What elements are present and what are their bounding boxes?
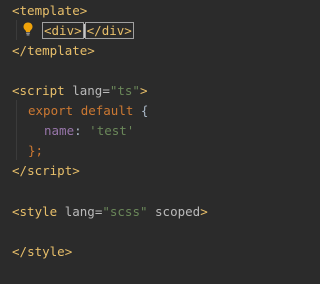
code-line-13[interactable]: </style> bbox=[12, 242, 72, 262]
code-line-7[interactable]: name: 'test' bbox=[44, 121, 134, 141]
template-tag-name: template bbox=[19, 3, 80, 18]
lang-attribute: lang bbox=[72, 83, 103, 98]
template-end-close-bracket: > bbox=[87, 43, 95, 58]
script-close-bracket: > bbox=[139, 83, 148, 98]
lang-attribute: lang bbox=[64, 204, 95, 219]
div-end-close-bracket: > bbox=[124, 23, 132, 38]
open-brace: { bbox=[140, 103, 149, 118]
div-open-bracket: < bbox=[44, 23, 52, 38]
scoped-attribute: scoped bbox=[155, 204, 201, 219]
lightbulb-icon[interactable] bbox=[20, 21, 36, 37]
code-editor[interactable]: <template> <div> </div> </template> <scri… bbox=[0, 0, 243, 284]
code-line-8[interactable]: }; bbox=[28, 141, 43, 161]
indent-guide bbox=[16, 20, 17, 40]
matched-tag-highlight: <div> bbox=[42, 22, 84, 39]
style-end-tag-name: style bbox=[27, 244, 65, 259]
style-end-open-bracket: </ bbox=[12, 244, 28, 259]
template-open-bracket: < bbox=[12, 3, 20, 18]
div-open-close-bracket: > bbox=[74, 23, 82, 38]
style-open-bracket: < bbox=[12, 204, 20, 219]
script-end-open-bracket: </ bbox=[12, 163, 28, 178]
name-property: name bbox=[44, 123, 75, 138]
colon: : bbox=[74, 123, 82, 138]
code-line-5[interactable]: <script lang="ts"> bbox=[12, 81, 148, 101]
code-line-6[interactable]: export default { bbox=[28, 101, 148, 121]
template-close-bracket: > bbox=[79, 3, 88, 18]
equals-sign: = bbox=[102, 83, 110, 98]
div-end-tag-name: div bbox=[101, 23, 125, 38]
code-line-9[interactable]: </script> bbox=[12, 161, 80, 181]
lang-value: "ts" bbox=[109, 83, 140, 98]
script-tag-name: script bbox=[19, 83, 65, 98]
code-line-11[interactable]: <style lang="scss" scoped> bbox=[12, 202, 208, 222]
default-keyword: default bbox=[80, 103, 134, 118]
style-tag-name: style bbox=[19, 204, 58, 219]
matched-tag-highlight: </div> bbox=[84, 22, 134, 39]
script-open-bracket: < bbox=[12, 83, 20, 98]
div-tag-name: div bbox=[51, 23, 75, 38]
style-end-close-bracket: > bbox=[64, 244, 73, 259]
name-value: 'test' bbox=[89, 123, 135, 138]
lang-value: "scss" bbox=[102, 204, 148, 219]
code-line-3[interactable]: </template> bbox=[12, 41, 95, 61]
code-line-2[interactable]: <div> </div> bbox=[42, 21, 134, 41]
script-end-tag-name: script bbox=[27, 163, 73, 178]
template-end-open-bracket: </ bbox=[12, 43, 28, 58]
close-brace: }; bbox=[28, 143, 44, 158]
div-end-open-bracket: </ bbox=[86, 23, 102, 38]
code-line-1[interactable]: <template> bbox=[12, 1, 87, 21]
indent-guide bbox=[16, 100, 17, 160]
script-end-close-bracket: > bbox=[72, 163, 80, 178]
export-keyword: export bbox=[28, 103, 74, 118]
style-close-bracket: > bbox=[200, 204, 208, 219]
template-end-tag-name: template bbox=[27, 43, 88, 58]
